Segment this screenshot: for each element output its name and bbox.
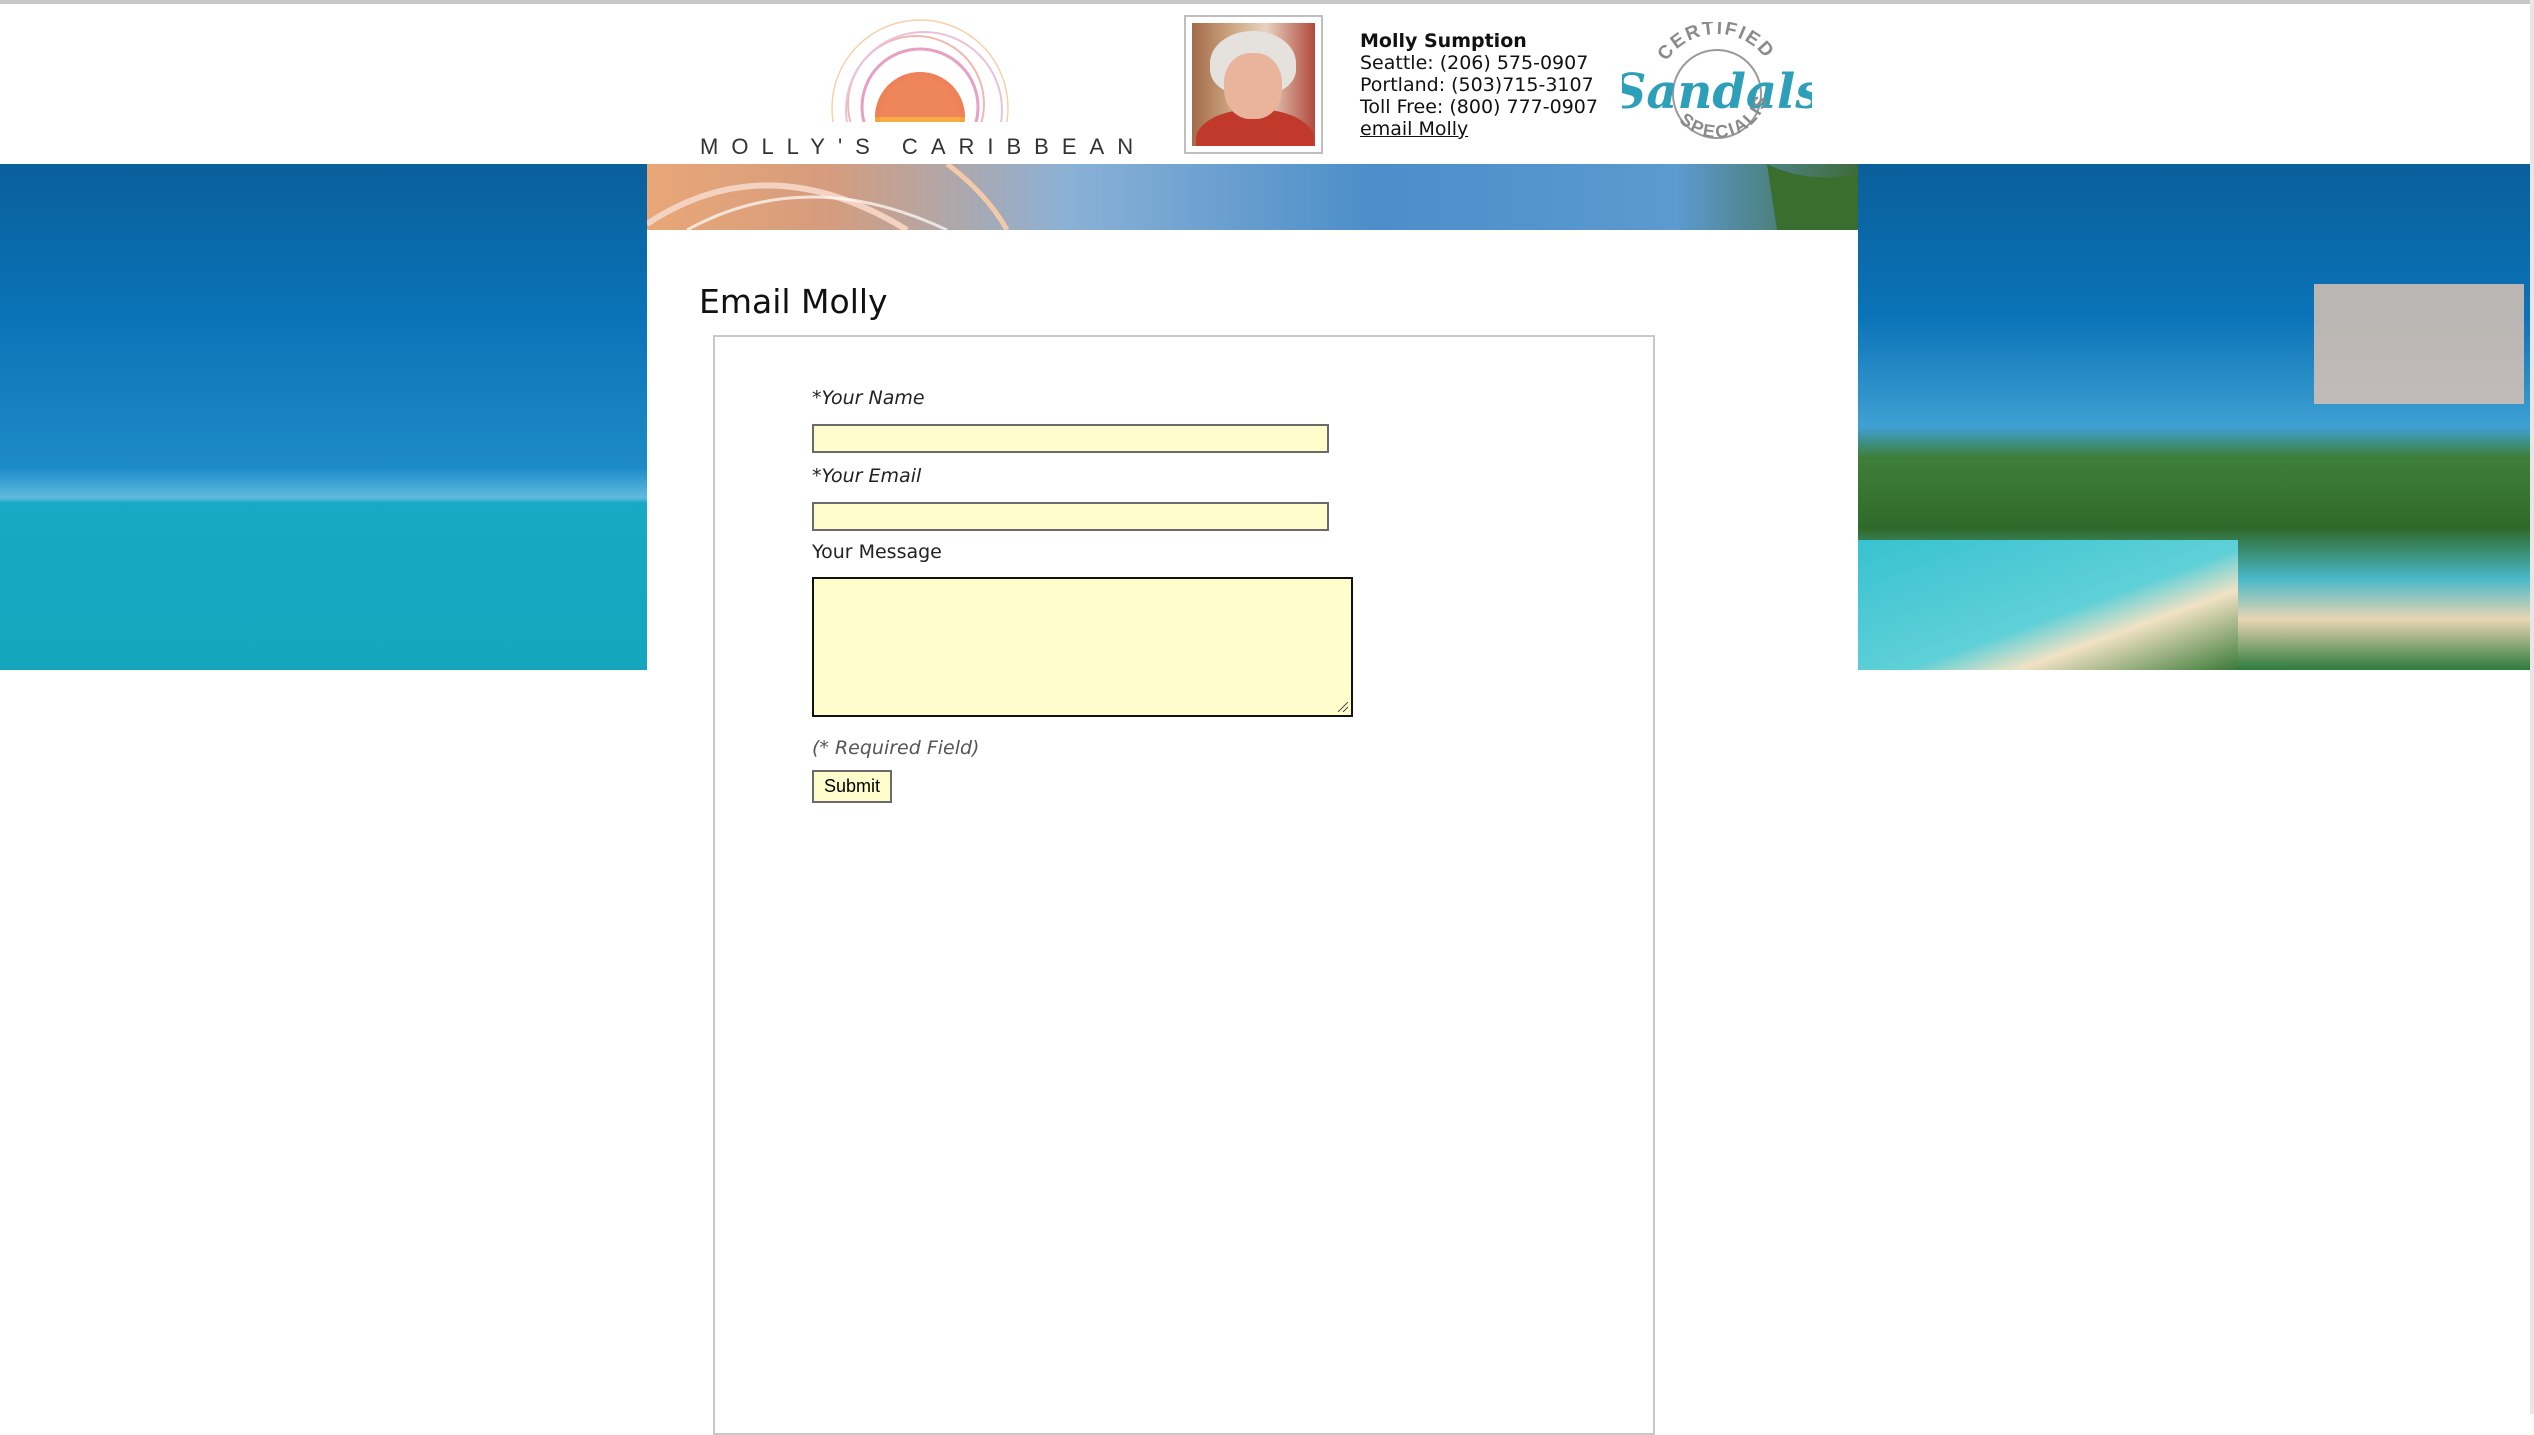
sandals-certified-specialist-badge: CERTIFIED Sandals SPECIALIST — [1612, 6, 1823, 152]
mollys-caribbean-logo[interactable]: MOLLY'S CARIBBEAN — [700, 12, 1140, 160]
resize-handle-icon[interactable] — [1338, 702, 1348, 712]
message-textarea[interactable] — [812, 577, 1353, 717]
beach-image — [1858, 540, 2238, 670]
logo-wordmark: MOLLY'S CARIBBEAN — [700, 134, 1147, 159]
name-input[interactable] — [812, 424, 1329, 453]
page-title: Email Molly — [699, 282, 888, 321]
page-edge — [2530, 0, 2534, 1414]
email-label: *Your Email — [812, 465, 922, 487]
submit-button[interactable]: Submit — [812, 770, 892, 803]
email-molly-link[interactable]: email Molly — [1360, 118, 1468, 140]
seattle-phone: Seattle: (206) 575-0907 — [1360, 52, 1589, 74]
ocean-background-left — [0, 164, 647, 670]
message-label: Your Message — [812, 541, 942, 563]
sandals-badge-icon: CERTIFIED Sandals SPECIALIST — [1612, 6, 1823, 142]
resort-background-right — [1858, 164, 2534, 670]
site-header: MOLLY'S CARIBBEAN Molly Sumption Seattle… — [0, 4, 2534, 164]
svg-text:Sandals: Sandals — [1622, 64, 1812, 120]
name-label: *Your Name — [812, 387, 925, 409]
molly-photo — [1184, 15, 1323, 154]
portrait-image — [1192, 23, 1315, 146]
hotel-image — [2314, 284, 2524, 404]
toll-free-phone: Toll Free: (800) 777-0907 — [1360, 96, 1598, 118]
sun-swirl-icon — [820, 19, 1020, 132]
portland-phone: Portland: (503)715-3107 — [1360, 74, 1594, 96]
svg-text:CERTIFIED: CERTIFIED — [1654, 22, 1779, 65]
email-form: *Your Name *Your Email Your Message (* R… — [713, 335, 1655, 1435]
contact-name: Molly Sumption — [1360, 30, 1527, 52]
banner-strip — [647, 164, 1858, 230]
email-input[interactable] — [812, 502, 1329, 531]
main-content: Email Molly *Your Name *Your Email Your … — [647, 230, 1858, 1435]
contact-info: Molly Sumption Seattle: (206) 575-0907 P… — [1360, 30, 1598, 140]
swirl-banner-icon — [647, 164, 1858, 230]
required-field-note: (* Required Field) — [812, 737, 980, 759]
